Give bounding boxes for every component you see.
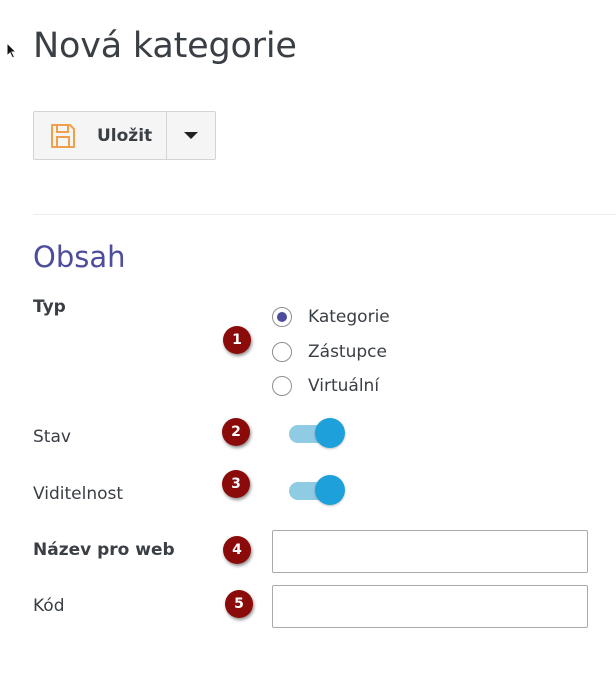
save-button[interactable]: Uložit	[34, 112, 167, 159]
section-title: Obsah	[33, 240, 126, 274]
save-options-dropdown-button[interactable]	[167, 112, 215, 159]
type-radio-group: Kategorie Zástupce Virtuální	[272, 300, 390, 404]
toggle-knob	[315, 475, 345, 505]
radio-button[interactable]	[272, 376, 292, 397]
mouse-cursor-icon	[6, 42, 18, 59]
caret-down-icon	[184, 132, 198, 139]
radio-label: Virtuální	[308, 376, 380, 397]
annotation-badge-2: 2	[222, 418, 250, 446]
web-name-input[interactable]	[272, 530, 588, 573]
visibility-label: Viditelnost	[33, 484, 124, 504]
toggle-knob	[315, 418, 345, 448]
save-button-label: Uložit	[97, 125, 153, 146]
type-label: Typ	[33, 297, 66, 317]
type-option-representative[interactable]: Zástupce	[272, 335, 390, 370]
floppy-disk-icon	[51, 123, 75, 148]
code-input[interactable]	[272, 585, 588, 628]
radio-button-checked[interactable]	[272, 307, 292, 328]
annotation-badge-4: 4	[223, 536, 251, 564]
page-title: Nová kategorie	[33, 26, 297, 66]
type-option-virtual[interactable]: Virtuální	[272, 369, 390, 404]
annotation-badge-3: 3	[222, 470, 250, 498]
annotation-badge-5: 5	[225, 590, 253, 618]
radio-button[interactable]	[272, 341, 292, 362]
code-label: Kód	[33, 596, 65, 616]
status-label: Stav	[33, 427, 71, 447]
radio-label: Kategorie	[308, 307, 390, 328]
annotation-badge-1: 1	[223, 326, 251, 354]
radio-dot	[277, 312, 287, 323]
web-name-label: Název pro web	[33, 540, 175, 560]
save-button-group: Uložit	[33, 111, 216, 160]
type-option-category[interactable]: Kategorie	[272, 300, 390, 335]
status-toggle[interactable]	[287, 418, 345, 448]
radio-label: Zástupce	[308, 341, 387, 362]
divider	[33, 214, 616, 215]
visibility-toggle[interactable]	[287, 475, 345, 505]
